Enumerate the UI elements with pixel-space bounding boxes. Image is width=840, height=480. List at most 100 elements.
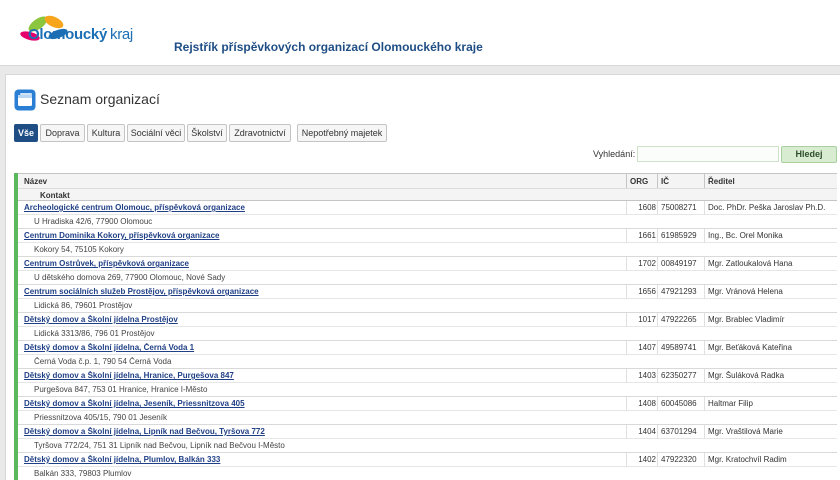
- logo-suffix: kraj: [110, 26, 133, 43]
- cell-separator: [704, 201, 705, 215]
- ic-number: 63701294: [661, 427, 697, 436]
- row-main: Dětský domov a Školní jídelna, Jeseník, …: [18, 397, 837, 411]
- column-header-ic[interactable]: IČ: [661, 177, 669, 186]
- search-input[interactable]: [637, 146, 779, 162]
- column-separator: [657, 174, 658, 188]
- tab-skolstvi[interactable]: Školství: [187, 124, 227, 142]
- cell-separator: [626, 369, 627, 383]
- logo-text: Olomoucký: [28, 26, 107, 43]
- tab-kultura[interactable]: Kultura: [87, 124, 125, 142]
- organization-link[interactable]: Dětský domov a Školní jídelna Prostějov: [24, 315, 624, 324]
- ic-number: 61985929: [661, 231, 697, 240]
- search-label: Vyhledání:: [593, 149, 636, 159]
- organization-link[interactable]: Dětský domov a Školní jídelna, Plumlov, …: [24, 455, 624, 464]
- organization-link[interactable]: Centrum Ostrůvek, příspěvková organizace: [24, 259, 624, 268]
- table-row: Dětský domov a Školní jídelna, Hranice, …: [18, 369, 837, 397]
- row-contact: Černá Voda č.p. 1, 790 54 Černá Voda: [18, 355, 837, 369]
- cell-separator: [704, 313, 705, 327]
- cell-separator: [657, 313, 658, 327]
- cell-separator: [704, 341, 705, 355]
- org-code: 1403: [638, 371, 656, 380]
- contact-address: Priessnitzova 405/15, 790 01 Jeseník: [34, 413, 167, 422]
- column-header-director[interactable]: Ředitel: [708, 177, 735, 186]
- cell-separator: [704, 397, 705, 411]
- column-header-org[interactable]: ORG: [630, 177, 648, 186]
- table-row: Centrum Ostrůvek, příspěvková organizace…: [18, 257, 837, 285]
- cell-separator: [657, 397, 658, 411]
- contact-address: Lidická 3313/86, 796 01 Prostějov: [34, 329, 155, 338]
- cell-separator: [657, 341, 658, 355]
- cell-separator: [657, 229, 658, 243]
- table-row: Dětský domov a Školní jídelna, Jeseník, …: [18, 397, 837, 425]
- table-row: Centrum sociálních služeb Prostějov, pří…: [18, 285, 837, 313]
- contact-address: U dětského domova 269, 77900 Olomouc, No…: [34, 273, 226, 282]
- cell-separator: [657, 369, 658, 383]
- row-main: Dětský domov a Školní jídelna, Plumlov, …: [18, 453, 837, 467]
- table-row: Dětský domov a Školní jídelna, Lipník na…: [18, 425, 837, 453]
- contact-address: Tyršova 772/24, 751 31 Lipník nad Bečvou…: [34, 441, 285, 450]
- row-main: Dětský domov a Školní jídelna Prostějov …: [18, 313, 837, 327]
- cell-separator: [704, 285, 705, 299]
- tab-nepotrebny-majetek[interactable]: Nepotřebný majetek: [297, 124, 387, 142]
- organization-link[interactable]: Centrum sociálních služeb Prostějov, pří…: [24, 287, 624, 296]
- cell-separator: [626, 257, 627, 271]
- organization-link[interactable]: Centrum Dominika Kokory, příspěvková org…: [24, 231, 624, 240]
- director-name: Mgr. Vraštilová Marie: [708, 427, 783, 436]
- cell-separator: [626, 397, 627, 411]
- org-code: 1702: [638, 259, 656, 268]
- tab-socialni-veci[interactable]: Sociální věci: [127, 124, 185, 142]
- tab-zdravotnictvi[interactable]: Zdravotnictví: [229, 124, 291, 142]
- contact-address: Balkán 333, 79803 Plumlov: [34, 469, 132, 478]
- org-code: 1017: [638, 315, 656, 324]
- row-main: Dětský domov a Školní jídelna, Lipník na…: [18, 425, 837, 439]
- organization-link[interactable]: Dětský domov a Školní jídelna, Hranice, …: [24, 371, 624, 380]
- organization-link[interactable]: Dětský domov a Školní jídelna, Lipník na…: [24, 427, 624, 436]
- cell-separator: [626, 285, 627, 299]
- column-separator: [626, 174, 627, 188]
- logo-wordmark: Olomoucký kraj: [28, 26, 133, 43]
- table-row: Dětský domov a Školní jídelna Prostějov …: [18, 313, 837, 341]
- row-main: Centrum Dominika Kokory, příspěvková org…: [18, 229, 837, 243]
- ic-number: 75008271: [661, 203, 697, 212]
- row-contact: Priessnitzova 405/15, 790 01 Jeseník: [18, 411, 837, 425]
- cell-separator: [704, 453, 705, 467]
- director-name: Mgr. Kratochvíl Radim: [708, 455, 787, 464]
- organization-link[interactable]: Dětský domov a Školní jídelna, Jeseník, …: [24, 399, 624, 408]
- column-separator: [704, 174, 705, 188]
- organization-link[interactable]: Archeologické centrum Olomouc, příspěvko…: [24, 203, 624, 212]
- ic-number: 60045086: [661, 399, 697, 408]
- org-code: 1656: [638, 287, 656, 296]
- contact-address: Černá Voda č.p. 1, 790 54 Černá Voda: [34, 357, 172, 366]
- org-code: 1408: [638, 399, 656, 408]
- cell-separator: [626, 313, 627, 327]
- director-name: Mgr. Šuláková Radka: [708, 371, 785, 380]
- cell-separator: [704, 425, 705, 439]
- organization-link[interactable]: Dětský domov a Školní jídelna, Černá Vod…: [24, 343, 624, 352]
- row-main: Dětský domov a Školní jídelna, Hranice, …: [18, 369, 837, 383]
- contact-address: Purgešova 847, 753 01 Hranice, Hranice I…: [34, 385, 208, 394]
- tab-doprava[interactable]: Doprava: [40, 124, 85, 142]
- org-code: 1404: [638, 427, 656, 436]
- cell-separator: [657, 201, 658, 215]
- row-contact: Lidická 86, 79601 Prostějov: [18, 299, 837, 313]
- page-title: Seznam organizací: [40, 91, 160, 107]
- table-row: Archeologické centrum Olomouc, příspěvko…: [18, 201, 837, 229]
- cell-separator: [626, 453, 627, 467]
- search-button[interactable]: Hledej: [781, 146, 837, 163]
- row-contact: U dětského domova 269, 77900 Olomouc, No…: [18, 271, 837, 285]
- cell-separator: [626, 229, 627, 243]
- cell-separator: [657, 257, 658, 271]
- row-contact: Balkán 333, 79803 Plumlov: [18, 467, 837, 480]
- column-header-name[interactable]: Název: [24, 177, 47, 186]
- director-name: Mgr. Beťáková Kateřina: [708, 343, 792, 352]
- tab-vse[interactable]: Vše: [14, 124, 38, 142]
- cell-separator: [657, 425, 658, 439]
- row-contact: Kokory 54, 75105 Kokory: [18, 243, 837, 257]
- cell-separator: [704, 229, 705, 243]
- director-name: Mgr. Vránová Helena: [708, 287, 783, 296]
- table-row: Centrum Dominika Kokory, příspěvková org…: [18, 229, 837, 257]
- row-main: Archeologické centrum Olomouc, příspěvko…: [18, 201, 837, 215]
- row-contact: Lidická 3313/86, 796 01 Prostějov: [18, 327, 837, 341]
- ic-number: 47922320: [661, 455, 697, 464]
- director-name: Ing., Bc. Orel Monika: [708, 231, 783, 240]
